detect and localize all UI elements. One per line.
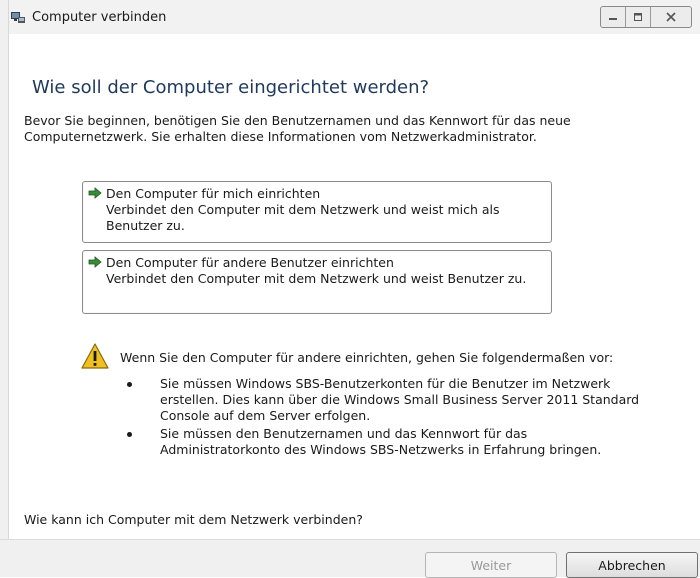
window-border	[0, 0, 9, 576]
warning-bullet-list: Sie müssen Windows SBS-Benutzerkonten fü…	[120, 376, 640, 460]
list-item: Sie müssen den Benutzernamen und das Ken…	[120, 426, 640, 458]
option-description: Verbindet den Computer mit dem Netzwerk …	[106, 202, 500, 233]
option-title: Den Computer für mich einrichten	[106, 186, 321, 201]
list-item: Sie müssen Windows SBS-Benutzerkonten fü…	[120, 376, 640, 424]
green-arrow-icon	[88, 256, 102, 268]
bullet-icon	[127, 382, 132, 387]
bullet-icon	[127, 432, 132, 437]
computer-network-icon	[11, 12, 25, 23]
maximize-button[interactable]	[626, 7, 651, 27]
option-description: Verbindet den Computer mit dem Netzwerk …	[106, 271, 527, 286]
green-arrow-icon	[88, 187, 102, 199]
minimize-button[interactable]	[601, 7, 626, 27]
bullet-text: Sie müssen den Benutzernamen und das Ken…	[160, 426, 602, 457]
option-setup-for-me[interactable]: Den Computer für mich einrichten Verbind…	[82, 181, 552, 243]
wizard-window: Computer verbinden Wie soll der Computer…	[0, 0, 700, 578]
warning-triangle-icon	[81, 343, 109, 369]
intro-text: Bevor Sie beginnen, benötigen Sie den Be…	[24, 113, 571, 144]
maximize-icon	[634, 13, 642, 21]
close-button[interactable]	[651, 7, 691, 27]
bullet-text: Sie müssen Windows SBS-Benutzerkonten fü…	[160, 376, 640, 423]
page-title: Wie soll der Computer eingerichtet werde…	[32, 77, 430, 98]
option-title: Den Computer für andere Benutzer einrich…	[106, 255, 394, 270]
window-title: Computer verbinden	[32, 10, 167, 25]
minimize-icon	[609, 18, 617, 20]
button-bar: Weiter Abbrechen	[0, 539, 700, 578]
help-link[interactable]: Wie kann ich Computer mit dem Netzwerk v…	[24, 512, 363, 527]
title-bar[interactable]: Computer verbinden	[0, 0, 700, 34]
cancel-button[interactable]: Abbrechen	[566, 552, 698, 578]
warning-text: Wenn Sie den Computer für andere einrich…	[120, 350, 614, 365]
window-controls	[600, 6, 692, 28]
close-icon	[666, 12, 676, 22]
next-button[interactable]: Weiter	[425, 552, 557, 578]
option-setup-for-others[interactable]: Den Computer für andere Benutzer einrich…	[82, 250, 552, 314]
